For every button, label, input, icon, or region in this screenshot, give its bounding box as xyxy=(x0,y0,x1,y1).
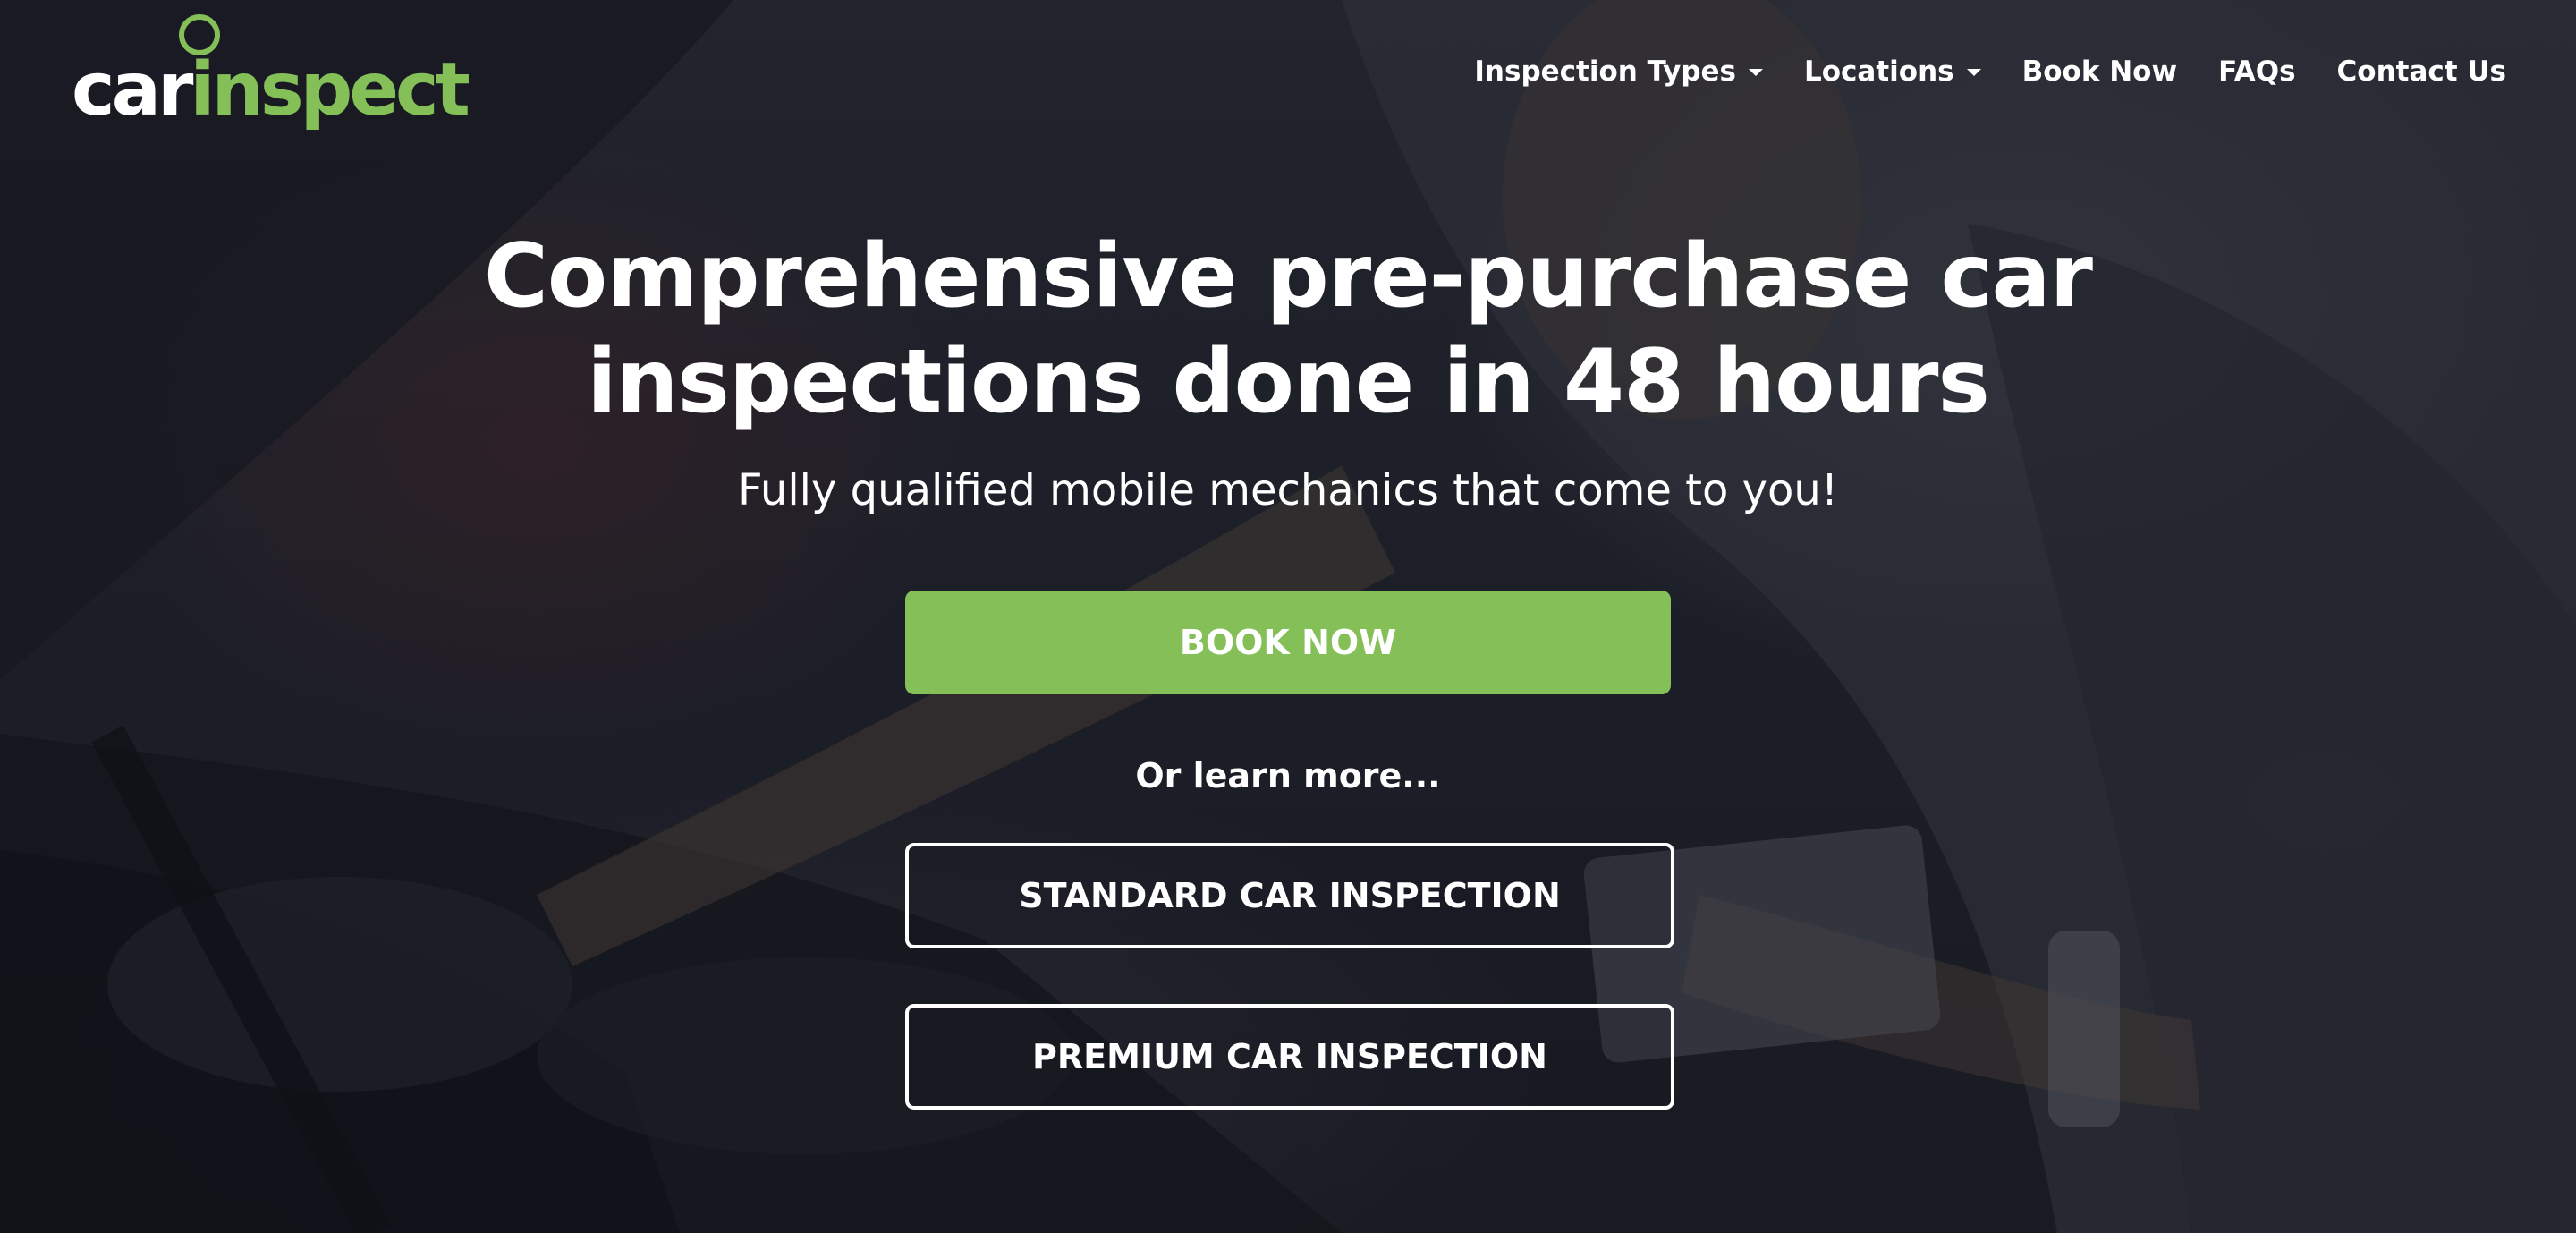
nav-locations-label: Locations xyxy=(1803,55,1954,88)
carinspect-logo[interactable]: car inspect xyxy=(72,11,470,132)
nav-contact-us[interactable]: Contact Us xyxy=(2337,55,2506,88)
nav-book-now-label: Book Now xyxy=(2021,55,2178,88)
nav-faqs-label: FAQs xyxy=(2218,55,2296,88)
nav-book-now[interactable]: Book Now xyxy=(2022,55,2178,88)
logo-text-car: car xyxy=(72,47,193,132)
hero-section: car inspect Inspection Types Locations B… xyxy=(0,0,2576,1233)
nav-faqs[interactable]: FAQs xyxy=(2218,55,2295,88)
magnifier-ring-icon xyxy=(179,14,220,55)
hero-headline: Comprehensive pre-purchase car inspectio… xyxy=(394,224,2182,435)
premium-inspection-button[interactable]: PREMIUM CAR INSPECTION xyxy=(905,1004,1674,1110)
logo-text-inspect: inspect xyxy=(190,47,470,132)
chevron-down-icon xyxy=(1748,69,1763,76)
nav-locations[interactable]: Locations xyxy=(1804,55,1981,88)
learn-more-text: Or learn more... xyxy=(1135,756,1441,795)
nav-inspection-types[interactable]: Inspection Types xyxy=(1474,55,1763,88)
nav-inspection-types-label: Inspection Types xyxy=(1474,55,1736,88)
hero-headline-line2: inspections done in 48 hours xyxy=(587,331,1990,433)
chevron-down-icon xyxy=(1966,69,1981,76)
book-now-button[interactable]: BOOK NOW xyxy=(905,591,1671,694)
standard-inspection-button[interactable]: STANDARD CAR INSPECTION xyxy=(905,843,1674,948)
nav-contact-us-label: Contact Us xyxy=(2336,55,2506,88)
hero-headline-line1: Comprehensive pre-purchase car xyxy=(483,225,2093,327)
main-navigation: Inspection Types Locations Book Now FAQs… xyxy=(1474,55,2506,88)
hero-subheadline: Fully qualified mobile mechanics that co… xyxy=(737,465,1839,515)
